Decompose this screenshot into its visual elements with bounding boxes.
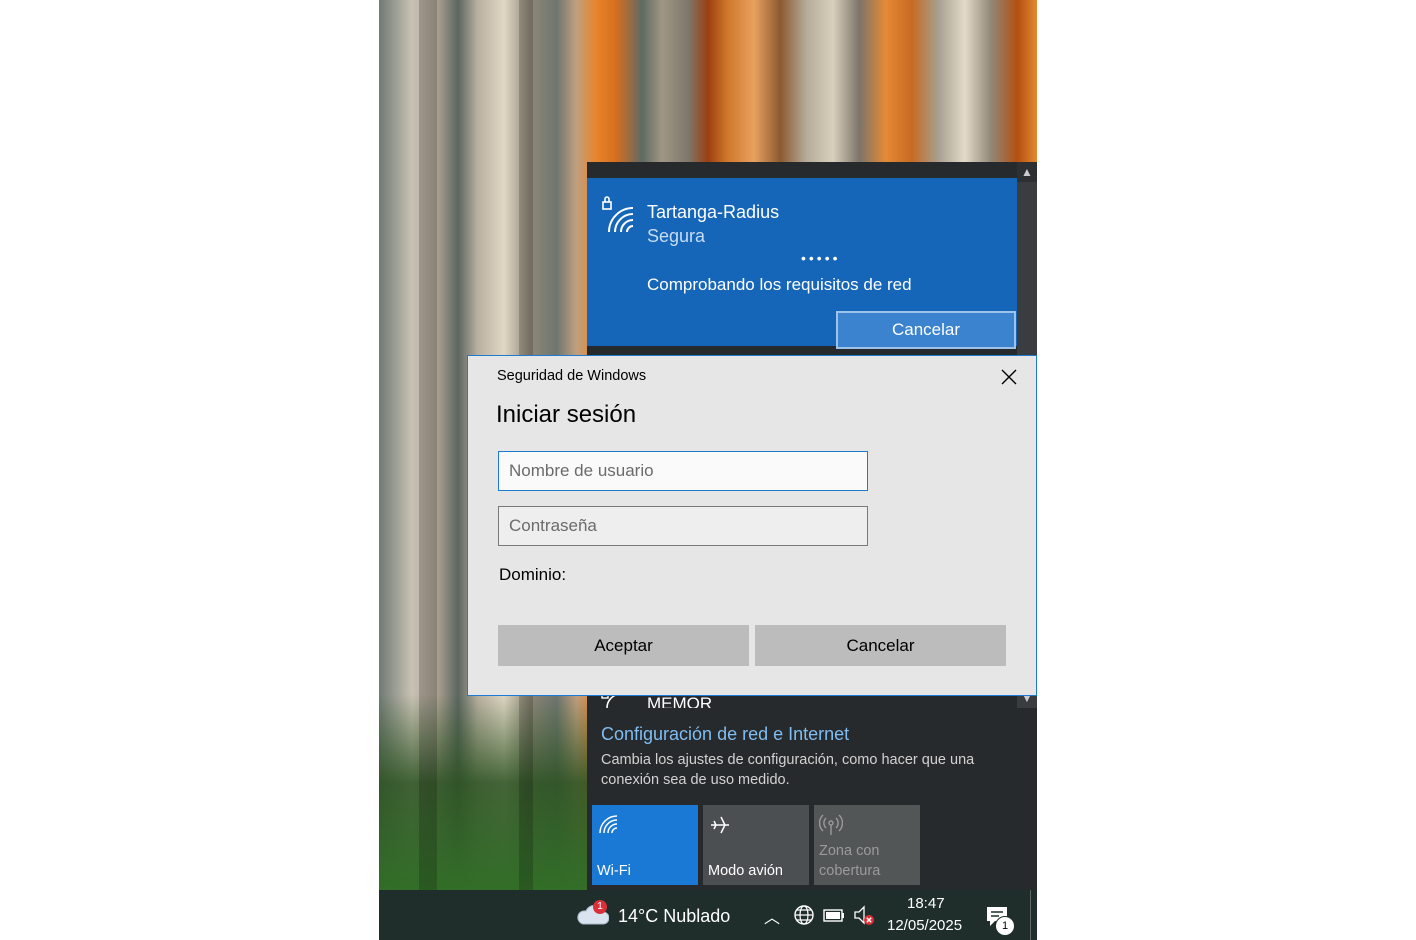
network-settings-link[interactable]: Configuración de red e Internet bbox=[601, 724, 849, 745]
network-security-status: Segura bbox=[647, 226, 706, 246]
network-name: Tartanga-Radius bbox=[647, 202, 780, 222]
notification-count-badge: 1 bbox=[995, 916, 1015, 936]
weather-badge: 1 bbox=[593, 900, 607, 914]
progress-dots: ••••• bbox=[801, 250, 841, 266]
battery-icon[interactable] bbox=[823, 904, 845, 926]
accept-button[interactable]: Aceptar bbox=[498, 625, 749, 666]
chevron-up-icon[interactable]: ︿ bbox=[764, 904, 780, 928]
domain-label: Dominio: bbox=[499, 565, 567, 584]
connecting-network-card[interactable]: Tartanga-Radius Segura ••••• Comprobando… bbox=[587, 178, 1017, 349]
show-desktop-button[interactable] bbox=[1030, 890, 1031, 940]
taskbar: 1 14°C Nublado ︿ 18:47 12/05/2025 1 bbox=[379, 890, 1037, 940]
dialog-title: Seguridad de Windows bbox=[497, 368, 647, 384]
hotspot-icon bbox=[819, 814, 843, 835]
mobile-hotspot-tile[interactable]: Zona con cobertura bbox=[814, 805, 920, 885]
airplane-mode-tile[interactable]: Modo avión bbox=[703, 805, 809, 885]
tile-label: Modo avión bbox=[708, 863, 783, 879]
windows-security-dialog: Seguridad de Windows Iniciar sesión Domi… bbox=[467, 355, 1037, 696]
network-name: MEMOR bbox=[647, 694, 713, 708]
wifi-toggle-tile[interactable]: Wi-Fi bbox=[592, 805, 698, 885]
secured-wifi-icon bbox=[602, 196, 633, 233]
password-input[interactable] bbox=[498, 506, 868, 546]
airplane-icon bbox=[711, 816, 729, 834]
wallpaper-shading bbox=[419, 0, 437, 890]
clock-date[interactable]: 12/05/2025 bbox=[887, 917, 962, 934]
close-icon[interactable] bbox=[996, 364, 1022, 390]
username-input[interactable] bbox=[498, 451, 868, 491]
globe-icon[interactable] bbox=[793, 904, 815, 926]
dialog-heading: Iniciar sesión bbox=[496, 401, 637, 428]
tile-label: Wi-Fi bbox=[597, 863, 631, 879]
network-cancel-button[interactable]: Cancelar bbox=[836, 311, 1016, 349]
clock-time[interactable]: 18:47 bbox=[907, 895, 945, 912]
connection-message: Comprobando los requisitos de red bbox=[647, 275, 912, 294]
wifi-icon bbox=[599, 815, 618, 834]
volume-muted-icon[interactable] bbox=[853, 904, 875, 926]
network-settings-description: Cambia los ajustes de configuración, com… bbox=[601, 752, 975, 788]
tile-label: Zona con cobertura bbox=[819, 843, 881, 879]
scroll-up-icon[interactable]: ▲ bbox=[1017, 162, 1037, 182]
cancel-button[interactable]: Cancelar bbox=[755, 625, 1006, 666]
weather-text[interactable]: 14°C Nublado bbox=[618, 906, 730, 927]
